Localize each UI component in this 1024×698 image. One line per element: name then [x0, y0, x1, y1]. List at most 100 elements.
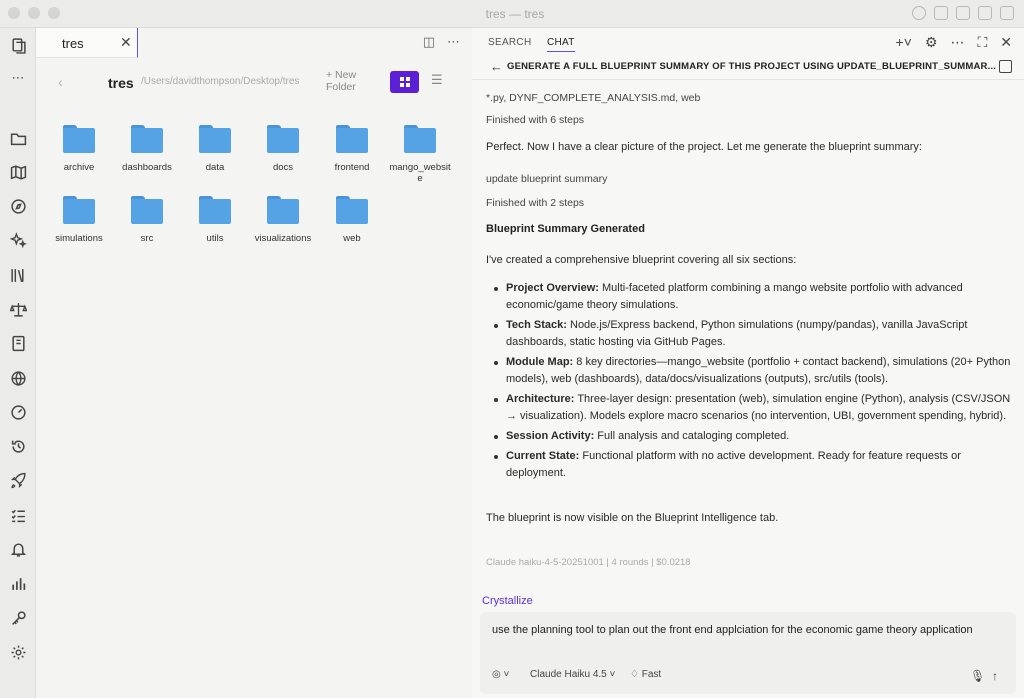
crystallize-link[interactable]: Crystallize [482, 593, 533, 610]
history-icon[interactable] [7, 435, 29, 457]
step-status[interactable]: Finished with 6 steps [486, 112, 584, 129]
checklist-icon[interactable] [7, 504, 29, 526]
bullet-label: Architecture: [506, 393, 575, 405]
more-icon[interactable]: ⋯ [7, 67, 29, 89]
composer-toolbar: ◎ ˅ Claude Haiku 4.5 ˅ ♢ Fast 🎙 ↑ [492, 666, 1007, 686]
speed-toggle[interactable]: ♢ Fast [630, 669, 661, 680]
close-panel-icon[interactable]: ✕ [1000, 34, 1012, 51]
folder-icon[interactable] [7, 127, 29, 149]
mode-selector-icon[interactable]: ◎ ˅ [492, 669, 509, 680]
zoom-window-button[interactable] [48, 7, 60, 19]
folder-label: simulations [55, 233, 103, 244]
close-window-button[interactable] [8, 7, 20, 19]
folder-icon [63, 196, 95, 224]
file-explorer-pane: tres ✕ ◫ ⋯ ‹ tres /Users/davidthompson/D… [36, 28, 472, 698]
summary-intro: I've created a comprehensive blueprint c… [486, 254, 797, 266]
folder-icon [199, 125, 231, 153]
conversation-title: GENERATE A FULL BLUEPRINT SUMMARY OF THI… [507, 61, 997, 72]
sidebar-left-icon[interactable] [956, 6, 970, 20]
folder-item[interactable]: src [114, 196, 180, 244]
folder-label: archive [63, 162, 95, 173]
back-arrow-icon[interactable]: ← [490, 59, 503, 74]
settings-icon[interactable] [7, 641, 29, 663]
titlebar-tools [912, 6, 1014, 20]
folder-label: visualizations [254, 233, 312, 244]
chat-composer[interactable]: use the planning tool to plan out the fr… [480, 612, 1016, 694]
folder-label: data [205, 162, 225, 173]
folder-icon [63, 125, 95, 153]
bullet-label: Current State: [506, 450, 580, 462]
files-icon[interactable] [7, 34, 29, 56]
message-input[interactable]: use the planning tool to plan out the fr… [492, 622, 992, 639]
folder-item[interactable]: data [182, 125, 248, 173]
minimize-window-button[interactable] [28, 7, 40, 19]
globe-icon[interactable] [7, 367, 29, 389]
bullet-label: Tech Stack: [506, 319, 567, 331]
key-icon[interactable] [7, 607, 29, 629]
folder-icon [267, 196, 299, 224]
sync-icon[interactable] [912, 6, 926, 20]
folder-item[interactable]: web [319, 196, 385, 244]
folder-label: dashboards [122, 162, 172, 173]
folder-item[interactable]: mango_website [387, 125, 453, 184]
folder-item[interactable]: visualizations [250, 196, 316, 244]
window-title: tres — tres [485, 7, 545, 21]
bullet-text: Full analysis and cataloging completed. [594, 430, 790, 442]
folder-icon [336, 125, 368, 153]
summary-outro: The blueprint is now visible on the Blue… [486, 512, 779, 524]
folder-item[interactable]: frontend [319, 125, 385, 173]
folder-item[interactable]: utils [182, 196, 248, 244]
summary-bullet: Project Overview: Multi-faceted platform… [494, 280, 1011, 314]
tab-search[interactable]: SEARCH [488, 37, 531, 48]
step-status[interactable]: Finished with 2 steps [486, 195, 584, 212]
library-icon[interactable] [7, 264, 29, 286]
folder-item[interactable]: simulations [46, 196, 112, 244]
sidebar-toggle-icon[interactable] [999, 60, 1012, 73]
model-selector[interactable]: Claude Haiku 4.5 ˅ [530, 669, 615, 680]
message-meta: Claude haiku-4-5-20251001 | 4 rounds | $… [486, 557, 691, 568]
panel-tools: +˅ ⚙ ⋯ ⛶ ✕ [896, 34, 1012, 51]
summary-heading: Blueprint Summary Generated [486, 223, 645, 235]
folder-item[interactable]: dashboards [114, 125, 180, 173]
tool-output-line: *.py, DYNF_COMPLETE_ANALYSIS.md, web [486, 92, 701, 104]
expand-icon[interactable]: ⛶ [977, 34, 987, 51]
bullet-label: Session Activity: [506, 430, 595, 442]
folder-item[interactable]: archive [46, 125, 112, 173]
scale-icon[interactable] [7, 298, 29, 320]
bar-chart-icon[interactable] [7, 572, 29, 594]
panel-tabs: SEARCH CHAT +˅ ⚙ ⋯ ⛶ ✕ [472, 28, 1024, 56]
summary-bullet: Current State: Functional platform with … [494, 448, 1011, 482]
send-arrow-icon[interactable]: ↑ [992, 669, 998, 683]
bullet-text: 8 key directories—mango_website (portfol… [506, 356, 1011, 385]
ribbon: ⋯ [0, 28, 36, 698]
bullet-label: Module Map: [506, 356, 574, 368]
bullet-label: Project Overview: [506, 282, 599, 294]
tab-chat[interactable]: CHAT [547, 37, 575, 52]
gear-icon[interactable]: ⚙ [925, 34, 938, 51]
folder-label: web [343, 233, 361, 244]
map-icon[interactable] [7, 161, 29, 183]
speed-label: Fast [641, 669, 662, 680]
rocket-icon[interactable] [7, 469, 29, 491]
tool-call-label[interactable]: update blueprint summary [486, 171, 607, 188]
bell-icon[interactable] [7, 538, 29, 560]
folder-item[interactable]: docs [250, 125, 316, 173]
folder-label: utils [206, 233, 224, 244]
assistant-text: Perfect. Now I have a clear picture of t… [486, 141, 922, 153]
bullet-text: Three-layer design: presentation (web), … [506, 393, 1011, 422]
compass-icon[interactable] [7, 195, 29, 217]
folder-label: mango_website [389, 162, 451, 184]
sparkles-icon[interactable] [7, 229, 29, 251]
gauge-icon[interactable] [7, 401, 29, 423]
folder-icon [404, 125, 436, 153]
layout-grid-icon[interactable] [934, 6, 948, 20]
microphone-icon[interactable]: 🎙 [970, 669, 985, 683]
panel-icon[interactable] [1000, 6, 1014, 20]
new-chat-icon[interactable]: +˅ [896, 34, 912, 51]
sidebar-right-icon[interactable] [978, 6, 992, 20]
more-icon[interactable]: ⋯ [950, 34, 964, 51]
folder-icon [131, 125, 163, 153]
notebook-icon[interactable] [7, 332, 29, 354]
folder-icon [336, 196, 368, 224]
folder-icon [199, 196, 231, 224]
